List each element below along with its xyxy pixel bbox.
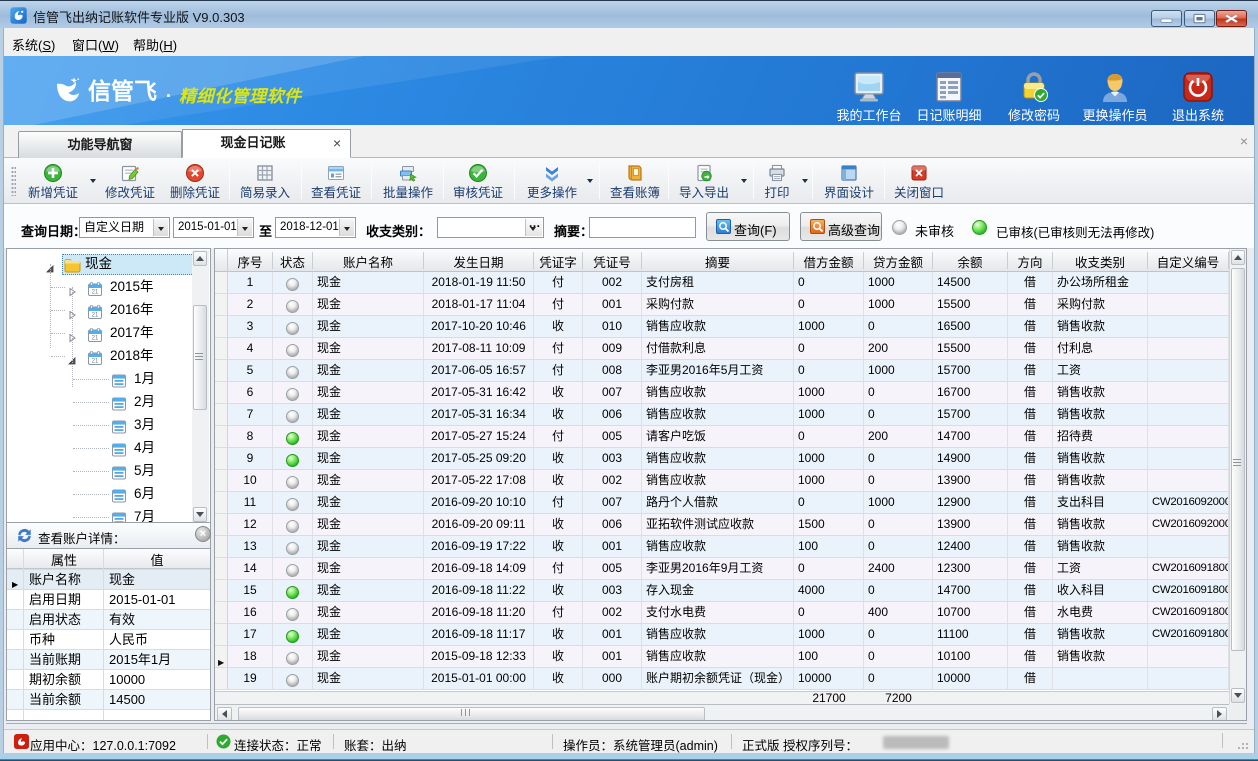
svg-text:21: 21 — [92, 313, 99, 319]
svg-text:21: 21 — [92, 336, 99, 342]
svg-text:21: 21 — [92, 359, 99, 365]
svg-text:21: 21 — [92, 290, 99, 296]
